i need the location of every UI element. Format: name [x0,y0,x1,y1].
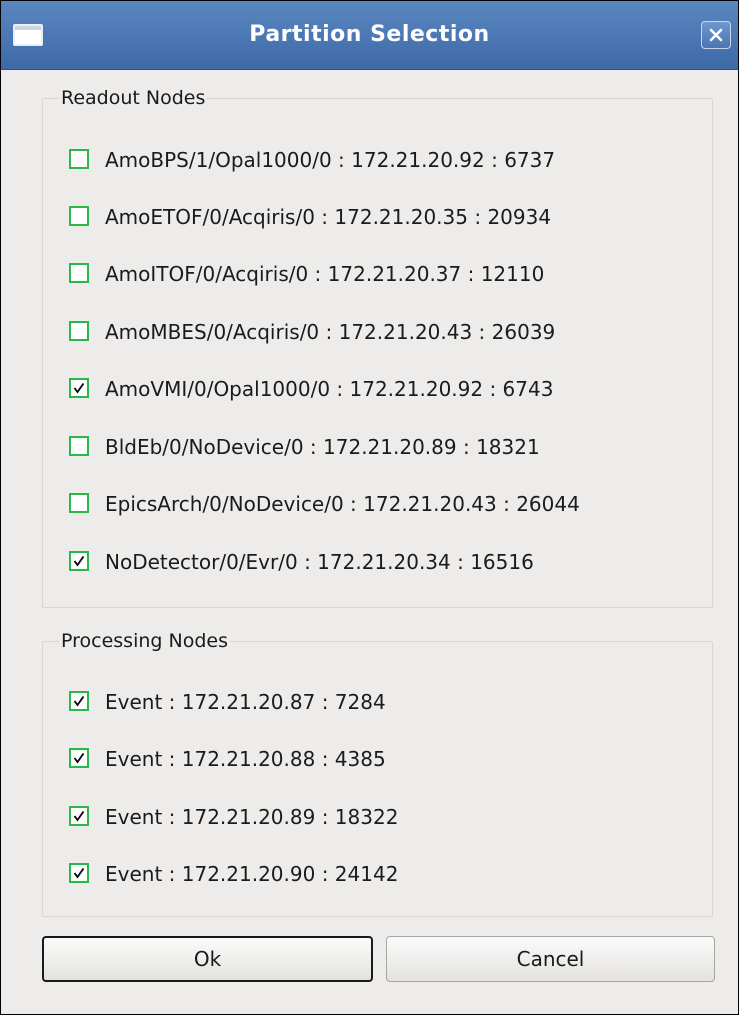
readout-node-checkbox[interactable] [69,551,89,571]
readout-node-label: AmoVMI/0/Opal1000/0 : 172.21.20.92 : 674… [105,377,554,401]
readout-node-label: EpicsArch/0/NoDevice/0 : 172.21.20.43 : … [105,492,580,516]
check-icon [73,555,85,567]
readout-node-checkbox[interactable] [69,206,89,226]
processing-node-label: Event : 172.21.20.88 : 4385 [105,747,386,771]
readout-node-checkbox[interactable] [69,149,89,169]
check-icon [73,810,85,822]
readout-nodes-title: Readout Nodes [59,81,208,115]
processing-node-checkbox[interactable] [69,863,89,883]
window-title: Partition Selection [249,22,490,47]
check-icon [73,695,85,707]
readout-node-checkbox[interactable] [69,493,89,513]
processing-node-checkbox[interactable] [69,691,89,711]
readout-node-checkbox[interactable] [69,321,89,341]
readout-nodes-group: Readout Nodes AmoBPS/1/Opal1000/0 : 172.… [42,81,713,608]
processing-nodes-title: Processing Nodes [59,624,230,658]
check-icon [73,752,85,764]
title-bar[interactable]: Partition Selection [1,1,738,70]
processing-node-checkbox[interactable] [69,806,89,826]
close-button[interactable] [701,21,731,49]
readout-node-label: AmoBPS/1/Opal1000/0 : 172.21.20.92 : 673… [105,148,556,172]
readout-node-checkbox[interactable] [69,378,89,398]
readout-node-label: AmoMBES/0/Acqiris/0 : 172.21.20.43 : 260… [105,320,556,344]
processing-node-label: Event : 172.21.20.89 : 18322 [105,805,399,829]
readout-node-label: AmoETOF/0/Acqiris/0 : 172.21.20.35 : 209… [105,205,552,229]
check-icon [73,867,85,879]
ok-button[interactable]: Ok [42,936,373,982]
processing-node-label: Event : 172.21.20.90 : 24142 [105,862,399,886]
readout-node-label: BldEb/0/NoDevice/0 : 172.21.20.89 : 1832… [105,435,540,459]
processing-nodes-group: Processing Nodes Event : 172.21.20.87 : … [42,624,713,917]
readout-node-checkbox[interactable] [69,263,89,283]
processing-node-checkbox[interactable] [69,748,89,768]
processing-node-label: Event : 172.21.20.87 : 7284 [105,690,386,714]
readout-node-checkbox[interactable] [69,436,89,456]
check-icon [73,382,85,394]
readout-node-label: AmoITOF/0/Acqiris/0 : 172.21.20.37 : 121… [105,262,545,286]
cancel-button[interactable]: Cancel [386,936,715,982]
partition-selection-dialog: Partition Selection Readout Nodes AmoBPS… [0,0,739,1015]
readout-node-label: NoDetector/0/Evr/0 : 172.21.20.34 : 1651… [105,550,534,574]
close-icon [709,28,723,42]
